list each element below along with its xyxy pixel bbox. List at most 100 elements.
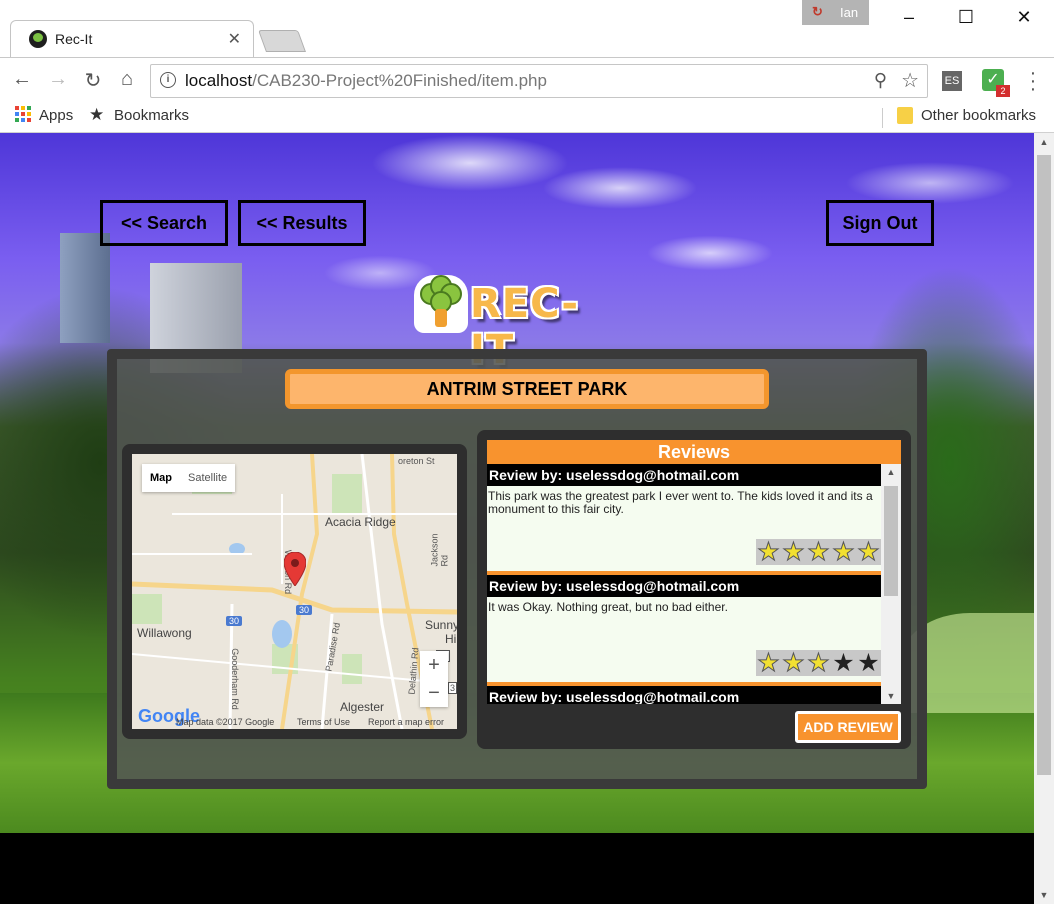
star-filled-icon: ★ <box>807 649 830 677</box>
star-filled-icon: ★ <box>782 538 805 566</box>
review-text: It was Okay. Nothing great, but no bad e… <box>488 600 728 614</box>
scroll-up-icon[interactable]: ▲ <box>881 464 901 480</box>
map-route-badge: 30 <box>226 616 243 626</box>
rec-it-favicon-icon <box>29 30 47 48</box>
url-text[interactable]: localhost/CAB230-Project%20Finished/item… <box>185 71 547 91</box>
star-filled-icon: ★ <box>757 538 780 566</box>
rec-it-logo: REC-IT <box>414 275 618 373</box>
map-footer: Google Map data ©2017 Google Terms of Us… <box>132 706 457 729</box>
review-author: Review by: uselessdog@hotmail.com <box>487 464 881 486</box>
background-building <box>60 233 110 343</box>
sync-error-icon: ↻ <box>812 4 823 19</box>
maximize-button[interactable]: ☐ <box>943 4 989 30</box>
page-scrollbar-thumb[interactable] <box>1037 155 1051 775</box>
bookmarks-separator <box>882 108 883 128</box>
star-filled-icon: ★ <box>807 538 830 566</box>
map-marker-icon[interactable] <box>284 552 306 586</box>
review-rating: ★ ★ ★ ★ ★ <box>756 538 881 566</box>
zoom-icon[interactable]: ⚲ <box>874 70 887 91</box>
star-empty-icon: ★ <box>832 649 855 677</box>
bookmarks-star-icon: ★ <box>89 105 105 124</box>
page-scrollbar[interactable]: ▲ ▼ <box>1034 133 1054 904</box>
folder-icon <box>897 107 913 124</box>
add-review-button[interactable]: ADD REVIEW <box>795 711 901 743</box>
back-to-results-button[interactable]: << Results <box>238 200 366 246</box>
map-container: Map Satellite oreton St Acacia Ridge Wil… <box>122 444 467 739</box>
url-host: localhost <box>185 71 253 90</box>
forward-arrow-icon[interactable]: → <box>45 68 71 91</box>
review-item: Review by: uselessdog@hotmail.com This p… <box>487 464 881 571</box>
google-map[interactable]: Map Satellite oreton St Acacia Ridge Wil… <box>132 454 457 729</box>
review-item: Review by: uselessdog@hotmail.com <box>487 686 881 704</box>
map-zoom-out-button[interactable]: − <box>420 679 448 707</box>
map-type-satellite-button[interactable]: Satellite <box>180 464 235 492</box>
star-filled-icon: ★ <box>782 649 805 677</box>
url-path: /CAB230-Project%20Finished/item.php <box>252 71 547 90</box>
browser-tab[interactable]: Rec-It ✕ <box>10 20 254 57</box>
info-icon[interactable]: i <box>160 72 176 88</box>
review-author: Review by: uselessdog@hotmail.com <box>487 575 881 597</box>
back-to-search-button[interactable]: << Search <box>100 200 228 246</box>
reviews-container: Reviews Review by: uselessdog@hotmail.co… <box>477 430 911 749</box>
tab-close-icon[interactable]: ✕ <box>228 29 241 49</box>
browser-titlebar: Rec-It ✕ ↻ Ian – ☐ ✕ <box>0 0 1054 57</box>
star-empty-icon: ★ <box>857 649 880 677</box>
map-suburb-label: Willawong <box>137 626 192 640</box>
map-type-map-button[interactable]: Map <box>142 464 180 492</box>
bookmark-star-icon[interactable]: ☆ <box>901 68 919 93</box>
page-scroll-up-icon[interactable]: ▲ <box>1034 137 1054 147</box>
scrollbar-thumb[interactable] <box>884 486 898 596</box>
map-suburb-label: Hi <box>445 632 457 646</box>
back-arrow-icon[interactable]: ← <box>9 68 35 91</box>
map-terms-link[interactable]: Terms of Use <box>297 717 350 727</box>
review-text: This park was the greatest park I ever w… <box>488 489 873 516</box>
item-title: ANTRIM STREET PARK <box>285 369 769 409</box>
minimize-button[interactable]: – <box>886 4 932 30</box>
review-item: Review by: uselessdog@hotmail.com It was… <box>487 575 881 682</box>
sign-out-button[interactable]: Sign Out <box>826 200 934 246</box>
extension-es-icon[interactable]: ES <box>942 71 962 91</box>
bookmarks-bar: Apps ★ Bookmarks Other bookmarks <box>0 103 1054 133</box>
reviews-scrollbar[interactable]: ▲ ▼ <box>881 464 901 704</box>
extension-badge: 2 <box>996 85 1010 97</box>
map-data-attribution: Map data ©2017 Google <box>176 717 275 727</box>
map-street-label: Gooderham Rd <box>229 648 240 710</box>
map-suburb-label: Sunny <box>425 618 457 632</box>
reviews-list[interactable]: Review by: uselessdog@hotmail.com This p… <box>487 464 901 704</box>
map-street-label: Jackson Rd <box>429 533 450 567</box>
map-report-link[interactable]: Report a map error <box>368 717 444 727</box>
map-route-badge: 30 <box>296 605 313 615</box>
tree-logo-icon <box>414 275 468 333</box>
home-icon[interactable]: ⌂ <box>114 68 140 91</box>
new-tab-button[interactable] <box>257 30 307 52</box>
page-scroll-down-icon[interactable]: ▼ <box>1034 890 1054 900</box>
review-rating: ★ ★ ★ ★ ★ <box>756 649 881 677</box>
reload-icon[interactable]: ↻ <box>80 68 106 93</box>
close-window-button[interactable]: ✕ <box>1001 4 1047 30</box>
map-zoom-in-button[interactable]: + <box>420 651 448 679</box>
map-route-badge: 3 <box>448 682 457 694</box>
star-filled-icon: ★ <box>832 538 855 566</box>
address-bar[interactable]: i localhost/CAB230-Project%20Finished/it… <box>150 64 928 98</box>
tab-title: Rec-It <box>55 31 93 47</box>
bookmark-bookmarks[interactable]: Bookmarks <box>114 107 189 124</box>
map-suburb-label: Acacia Ridge <box>325 515 396 529</box>
profile-name: Ian <box>840 5 859 20</box>
item-panel: ANTRIM STREET PARK Map Satellite oreton … <box>107 349 927 789</box>
bookmark-apps[interactable]: Apps <box>39 107 73 124</box>
map-type-switch: Map Satellite <box>142 464 236 492</box>
map-zoom-control: + − <box>420 651 448 707</box>
browser-menu-icon[interactable]: · · · <box>1026 63 1040 99</box>
apps-grid-icon[interactable] <box>15 106 31 122</box>
bookmark-other[interactable]: Other bookmarks <box>921 107 1036 124</box>
scroll-down-icon[interactable]: ▼ <box>881 688 901 704</box>
page-background: << Search << Results Sign Out REC-IT ANT… <box>0 133 1034 833</box>
map-street-label: oreton St <box>398 456 435 466</box>
star-filled-icon: ★ <box>857 538 880 566</box>
reviews-heading: Reviews <box>487 440 901 464</box>
map-suburb-label: Algester <box>340 700 385 714</box>
review-author: Review by: uselessdog@hotmail.com <box>487 686 881 704</box>
profile-chip[interactable]: ↻ Ian <box>802 0 869 25</box>
star-filled-icon: ★ <box>757 649 780 677</box>
item-panel-inner: ANTRIM STREET PARK Map Satellite oreton … <box>117 359 917 779</box>
